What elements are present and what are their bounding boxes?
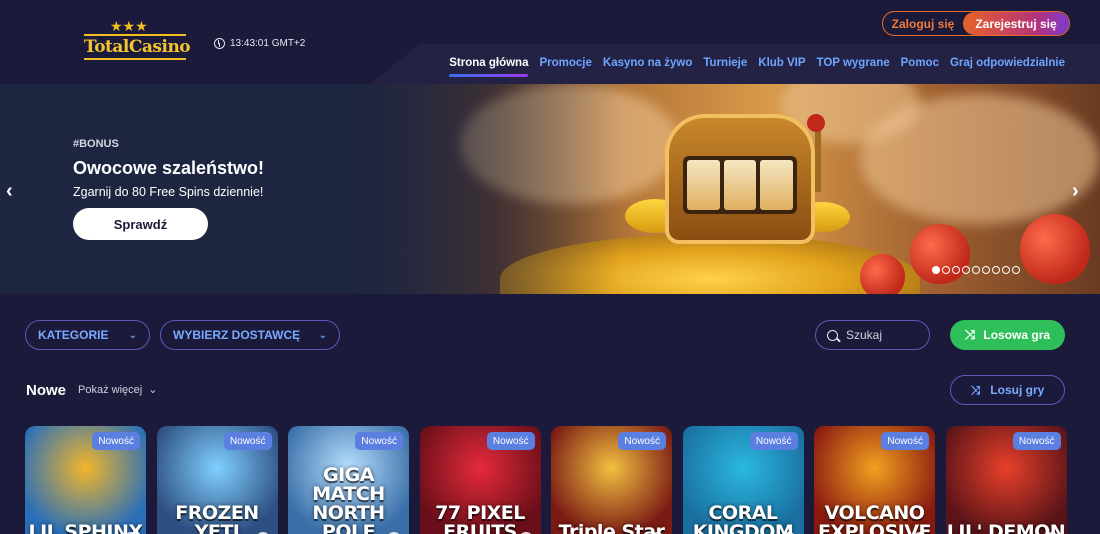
chevron-down-icon: ⌄ — [148, 384, 158, 396]
reel — [723, 160, 757, 210]
banner-cta-button[interactable]: Sprawdź — [73, 208, 208, 240]
main-nav: Strona główna Promocje Kasyno na żywo Tu… — [449, 57, 1065, 77]
new-badge: Nowość — [355, 432, 403, 450]
slot-lever — [815, 122, 821, 192]
game-tile[interactable]: GIGA MATCH NORTH POLENowośći — [288, 426, 409, 534]
game-tile[interactable]: Triple StarNowośći — [551, 426, 672, 534]
new-badge: Nowość — [618, 432, 666, 450]
carousel-dot[interactable] — [1012, 266, 1020, 274]
game-tile[interactable]: VOLCANO EXPLOSIVENowośći — [814, 426, 935, 534]
game-tile[interactable]: LIL' DEMONNowośći — [945, 426, 1067, 534]
game-tile[interactable]: CORAL KINGDOMNowośći — [682, 426, 804, 534]
game-tile[interactable]: 77 PIXEL FRUITSNowośći — [419, 426, 541, 534]
slot-lever-knob — [807, 114, 825, 132]
banner-title: Owocowe szaleństwo! — [73, 158, 265, 178]
provider-label: WYBIERZ DOSTAWCĘ — [173, 328, 301, 342]
nav-item-tournaments[interactable]: Turnieje — [703, 57, 747, 69]
category-label: KATEGORIE — [38, 328, 109, 342]
game-title: 77 PIXEL FRUITS — [435, 502, 525, 534]
show-more-link[interactable]: Pokaż więcej ⌄ — [78, 383, 158, 397]
game-title: VOLCANO EXPLOSIVE — [817, 502, 932, 534]
nav-item-promotions[interactable]: Promocje — [539, 57, 591, 69]
chevron-down-icon: ⌄ — [128, 329, 137, 341]
nav-item-home[interactable]: Strona główna — [449, 57, 529, 77]
random-game-button[interactable]: ⤨ Losowa gra — [950, 320, 1065, 350]
nav-item-help[interactable]: Pomoc — [901, 57, 939, 69]
clock-icon — [214, 38, 225, 49]
carousel-dot[interactable] — [942, 266, 950, 274]
nav-item-responsible-gaming[interactable]: Graj odpowiedzialnie — [950, 57, 1065, 69]
search-placeholder: Szukaj — [846, 328, 883, 342]
shuffle-icon: ⤨ — [970, 382, 981, 397]
stars-icon: ★★★ — [110, 18, 148, 34]
carousel-dot[interactable] — [1002, 266, 1010, 274]
random-game-label: Losowa gra — [983, 328, 1051, 342]
carousel-dot[interactable] — [932, 266, 940, 274]
carousel-dot[interactable] — [992, 266, 1000, 274]
clock-text: 13:43:01 GMT+2 — [230, 38, 306, 49]
draw-games-button[interactable]: ⤨ Losuj gry — [950, 375, 1065, 405]
register-button[interactable]: Zarejestruj się — [963, 12, 1069, 35]
draw-games-label: Losuj gry — [990, 383, 1045, 397]
auth-buttons: Zaloguj się Zarejestruj się — [882, 11, 1070, 36]
game-tile[interactable]: FROZEN YETINowośći — [156, 426, 278, 534]
reel — [687, 160, 720, 210]
clock: 13:43:01 GMT+2 — [214, 38, 305, 49]
chevron-left-icon[interactable]: ‹ — [6, 180, 13, 203]
strawberry-image — [860, 254, 905, 294]
slot-reels — [683, 156, 797, 214]
category-dropdown[interactable]: KATEGORIE ⌄ — [25, 320, 150, 350]
show-more-label: Pokaż więcej — [78, 383, 143, 396]
game-title: GIGA MATCH NORTH POLE — [312, 464, 385, 534]
new-badge: Nowość — [92, 432, 140, 450]
logo-text: TotalCasino — [84, 34, 191, 60]
chevron-right-icon[interactable]: › — [1072, 180, 1079, 203]
search-icon — [827, 329, 838, 341]
strawberry-image — [1020, 214, 1090, 284]
nav-item-vip-club[interactable]: Klub VIP — [758, 57, 805, 69]
header: ★★★ TotalCasino 13:43:01 GMT+2 Zaloguj s… — [0, 0, 1100, 84]
strawberry-image — [910, 224, 970, 284]
search-input[interactable]: Szukaj — [815, 320, 930, 350]
new-badge: Nowość — [881, 432, 929, 450]
nav-item-live-casino[interactable]: Kasyno na żywo — [603, 57, 692, 69]
shuffle-icon: ⤨ — [964, 327, 976, 342]
new-badge: Nowość — [223, 432, 272, 450]
banner-tag: #BONUS — [73, 138, 119, 150]
carousel-dot[interactable] — [972, 266, 980, 274]
new-badge: Nowość — [1012, 432, 1061, 450]
login-button[interactable]: Zaloguj się — [883, 12, 963, 35]
banner-subtitle: Zgarnij do 80 Free Spins dziennie! — [73, 185, 264, 199]
carousel-dot[interactable] — [952, 266, 960, 274]
reel — [760, 160, 794, 210]
nav-item-top-wins[interactable]: TOP wygrane — [817, 57, 890, 69]
carousel-dots — [932, 266, 1020, 274]
carousel-dot[interactable] — [962, 266, 970, 274]
provider-dropdown[interactable]: WYBIERZ DOSTAWCĘ ⌄ — [160, 320, 340, 350]
game-title: FROZEN YETI — [175, 502, 259, 534]
game-tile[interactable]: LIL SPHINXNowośći — [25, 426, 146, 534]
game-title: CORAL KINGDOM — [692, 502, 794, 534]
new-badge: Nowość — [486, 432, 535, 450]
section-title: Nowe — [26, 382, 67, 399]
games-row: LIL SPHINXNowośći FROZEN YETINowośći GIG… — [25, 426, 1067, 534]
new-badge: Nowość — [749, 432, 798, 450]
carousel-dot[interactable] — [982, 266, 990, 274]
chevron-down-icon: ⌄ — [318, 329, 327, 341]
logo[interactable]: ★★★ TotalCasino — [84, 18, 191, 62]
slot-machine-image — [665, 114, 815, 244]
